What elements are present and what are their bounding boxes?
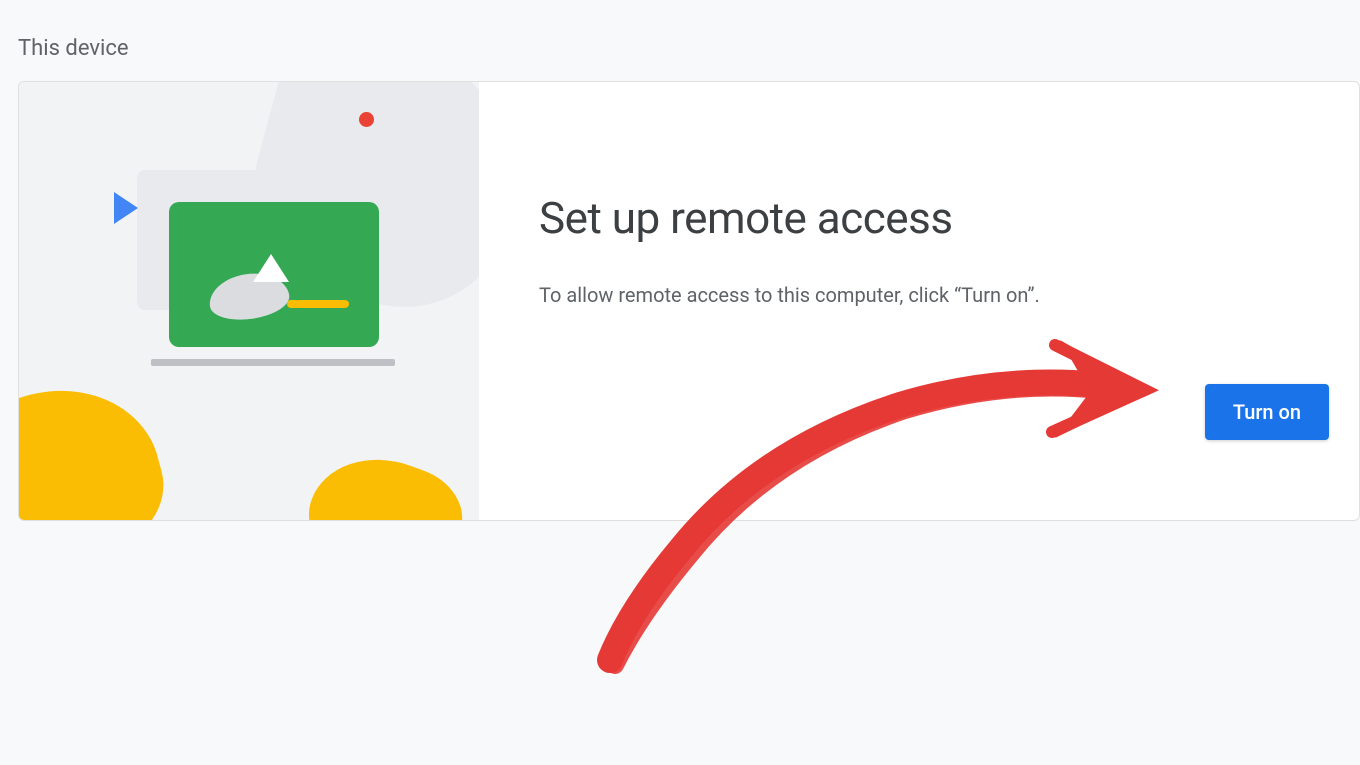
turn-on-button[interactable]: Turn on	[1205, 384, 1329, 440]
remote-access-card: Set up remote access To allow remote acc…	[18, 81, 1360, 521]
decorative-shape	[151, 359, 395, 366]
content-panel: Set up remote access To allow remote acc…	[479, 82, 1359, 520]
cursor-icon	[253, 254, 289, 282]
play-icon	[114, 192, 138, 224]
card-description: To allow remote access to this computer,…	[539, 280, 1299, 310]
decorative-shape	[287, 300, 349, 308]
card-heading: Set up remote access	[539, 192, 1299, 244]
section-label: This device	[0, 0, 1360, 81]
decorative-dot-icon	[359, 112, 374, 127]
decorative-shape	[293, 438, 475, 520]
illustration-panel	[19, 82, 479, 520]
decorative-shape	[19, 367, 178, 520]
